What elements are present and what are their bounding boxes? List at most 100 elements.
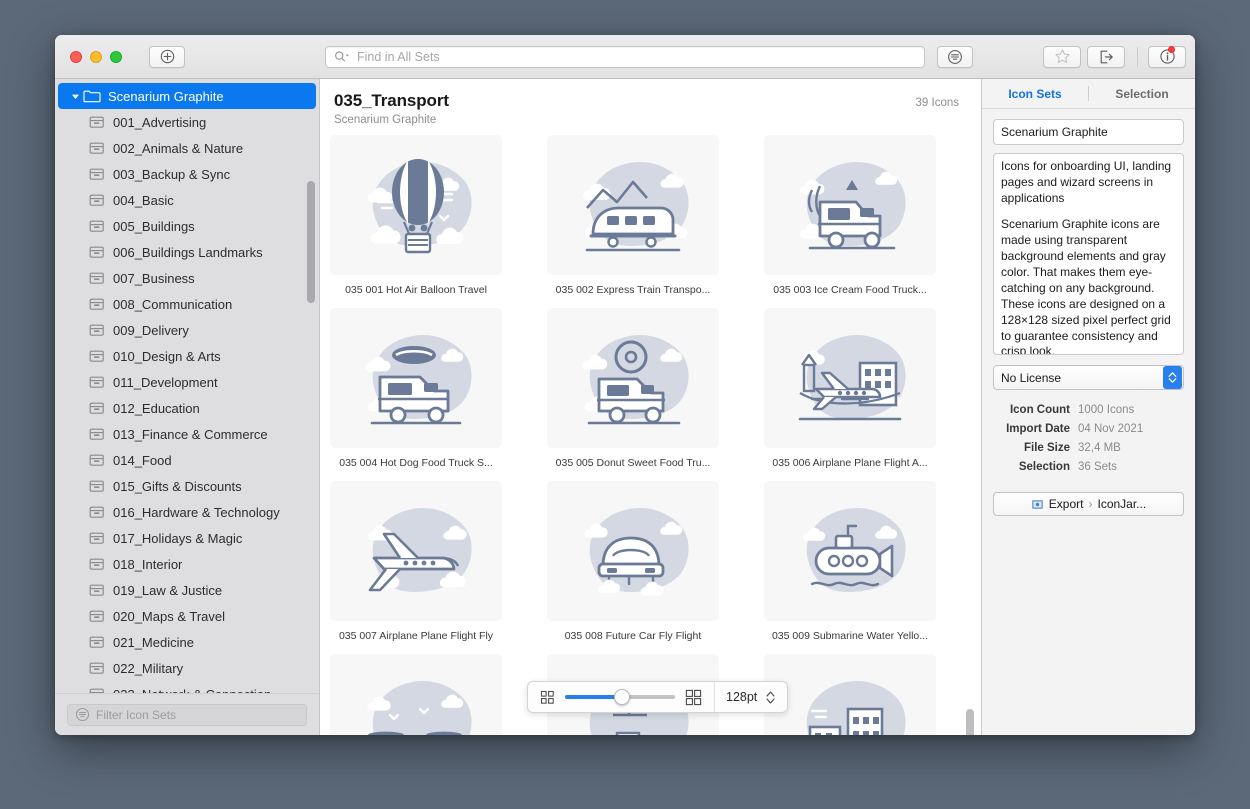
favorite-button[interactable] [1043, 46, 1081, 68]
tab-selection[interactable]: Selection [1089, 87, 1195, 101]
grid-scrollbar-thumb[interactable] [966, 709, 974, 735]
sidebar-item-label: 015_Gifts & Discounts [113, 479, 242, 494]
triangle-down-icon[interactable] [68, 92, 82, 101]
icon-artwork[interactable] [330, 654, 502, 735]
grid-small-icon[interactable] [540, 690, 555, 705]
info-button[interactable] [1148, 46, 1186, 68]
icon-artwork[interactable] [764, 135, 936, 275]
icon-artwork[interactable] [764, 481, 936, 621]
metadata-list: Icon Count 1000 IconsImport Date 04 Nov … [993, 404, 1184, 473]
add-button[interactable] [149, 46, 185, 68]
icon-artwork[interactable] [547, 308, 719, 448]
icon-set-box-icon [88, 479, 106, 493]
metadata-value: 36 Sets [1078, 461, 1117, 473]
export-to-iconjar-button[interactable]: Export › IconJar... [993, 492, 1184, 516]
sidebar-item-003-backup-sync[interactable]: 003_Backup & Sync [55, 161, 319, 187]
sidebar-item-013-finance-commerce[interactable]: 013_Finance & Commerce [55, 421, 319, 447]
set-name-field[interactable]: Scenarium Graphite [993, 119, 1184, 145]
icon-artwork[interactable] [547, 135, 719, 275]
icon-tile[interactable]: 035 001 Hot Air Balloon Travel [330, 135, 502, 296]
sidebar-item-017-holidays-magic[interactable]: 017_Holidays & Magic [55, 525, 319, 551]
filter-button[interactable] [937, 46, 973, 68]
icon-tile[interactable]: 035 007 Airplane Plane Flight Fly [330, 481, 502, 642]
grid-scrollbar[interactable] [965, 131, 975, 735]
sidebar-item-011-development[interactable]: 011_Development [55, 369, 319, 395]
icon-tile[interactable]: 035 004 Hot Dog Food Truck S... [330, 308, 502, 469]
slider-knob[interactable] [614, 689, 630, 705]
inspector-body: Scenarium Graphite Icons for onboarding … [982, 109, 1195, 526]
icon-size-value: 128pt [726, 690, 757, 704]
sidebar-item-019-law-justice[interactable]: 019_Law & Justice [55, 577, 319, 603]
sidebar-item-006-buildings-landmarks[interactable]: 006_Buildings Landmarks [55, 239, 319, 265]
icon-set-list[interactable]: Scenarium Graphite 001_Advertising 002_A… [55, 79, 319, 693]
sidebar-filter-bar: Filter Icon Sets [55, 693, 319, 735]
stepper-up-down-icon[interactable] [765, 690, 776, 705]
buildings-icon [788, 669, 912, 735]
sidebar-item-root[interactable]: Scenarium Graphite [58, 83, 316, 109]
sidebar-item-label: 019_Law & Justice [113, 583, 222, 598]
sidebar-item-018-interior[interactable]: 018_Interior [55, 551, 319, 577]
license-select[interactable]: No License [993, 365, 1184, 390]
sidebar-item-009-delivery[interactable]: 009_Delivery [55, 317, 319, 343]
description-paragraph: Icons for onboarding UI, landing pages a… [1001, 159, 1176, 207]
sidebar-item-002-animals-nature[interactable]: 002_Animals & Nature [55, 135, 319, 161]
metadata-value: 1000 Icons [1078, 404, 1134, 416]
sidebar-item-012-education[interactable]: 012_Education [55, 395, 319, 421]
icon-tile[interactable]: 035 008 Future Car Fly Flight [547, 481, 719, 642]
icon-set-box-icon [88, 297, 106, 311]
icon-size-control-bar: 128pt [527, 681, 788, 713]
sidebar-item-010-design-arts[interactable]: 010_Design & Arts [55, 343, 319, 369]
filter-icon-sets-input[interactable]: Filter Icon Sets [67, 704, 307, 726]
icon-grid-scroll[interactable]: 035 001 Hot Air Balloon Travel 035 002 E… [320, 131, 981, 735]
icon-size-slider[interactable] [565, 695, 675, 699]
icon-tile[interactable]: 035 005 Donut Sweet Food Tru... [547, 308, 719, 469]
sidebar-item-023-network-connection[interactable]: 023_Network & Connection [55, 681, 319, 693]
sidebar-item-022-military[interactable]: 022_Military [55, 655, 319, 681]
license-stepper-icon[interactable] [1163, 366, 1182, 389]
set-description-field[interactable]: Icons for onboarding UI, landing pages a… [993, 153, 1184, 355]
search-input[interactable]: Find in All Sets [325, 46, 925, 68]
close-window-button[interactable] [70, 51, 82, 63]
license-value: No License [1001, 371, 1061, 385]
icon-artwork[interactable] [330, 135, 502, 275]
icon-artwork[interactable] [330, 481, 502, 621]
description-paragraph: Scenarium Graphite icons are made using … [1001, 217, 1176, 355]
sidebar-item-label: Scenarium Graphite [108, 89, 224, 104]
export-button[interactable] [1087, 46, 1125, 68]
sidebar-item-005-buildings[interactable]: 005_Buildings [55, 213, 319, 239]
metadata-key: Selection [993, 461, 1078, 473]
icon-tile[interactable]: 035 006 Airplane Plane Flight A... [764, 308, 936, 469]
sidebar-item-016-hardware-technology[interactable]: 016_Hardware & Technology [55, 499, 319, 525]
icon-set-box-icon [88, 583, 106, 597]
sidebar-item-008-communication[interactable]: 008_Communication [55, 291, 319, 317]
tab-icon-sets[interactable]: Icon Sets [982, 87, 1088, 101]
sidebar-item-007-business[interactable]: 007_Business [55, 265, 319, 291]
sidebar-item-001-advertising[interactable]: 001_Advertising [55, 109, 319, 135]
icon-artwork[interactable] [330, 308, 502, 448]
icon-tile[interactable] [764, 654, 936, 735]
grid-large-icon[interactable] [685, 689, 702, 706]
icon-artwork[interactable] [764, 308, 936, 448]
icon-artwork[interactable] [547, 481, 719, 621]
filter-placeholder: Filter Icon Sets [96, 708, 176, 722]
sidebar-item-020-maps-travel[interactable]: 020_Maps & Travel [55, 603, 319, 629]
minimize-window-button[interactable] [90, 51, 102, 63]
icon-tile[interactable] [330, 654, 502, 735]
sidebar-scrollbar-thumb[interactable] [307, 181, 315, 303]
sidebar-item-004-basic[interactable]: 004_Basic [55, 187, 319, 213]
icon-tile[interactable]: 035 002 Express Train Transpo... [547, 135, 719, 296]
icon-set-box-icon [88, 531, 106, 545]
sidebar-item-015-gifts-discounts[interactable]: 015_Gifts & Discounts [55, 473, 319, 499]
icon-set-box-icon [88, 557, 106, 571]
icon-set-box-icon [88, 323, 106, 337]
zoom-window-button[interactable] [110, 51, 122, 63]
icon-tile-label: 035 001 Hot Air Balloon Travel [330, 284, 502, 296]
sidebar-item-021-medicine[interactable]: 021_Medicine [55, 629, 319, 655]
icon-size-stepper[interactable]: 128pt [715, 682, 787, 712]
sidebar-item-014-food[interactable]: 014_Food [55, 447, 319, 473]
icon-artwork[interactable] [764, 654, 936, 735]
icon-tile[interactable]: 035 003 Ice Cream Food Truck... [764, 135, 936, 296]
icon-tile[interactable]: 035 009 Submarine Water Yello... [764, 481, 936, 642]
sidebar-scrollbar[interactable] [306, 81, 316, 693]
metadata-key: Import Date [993, 423, 1078, 435]
